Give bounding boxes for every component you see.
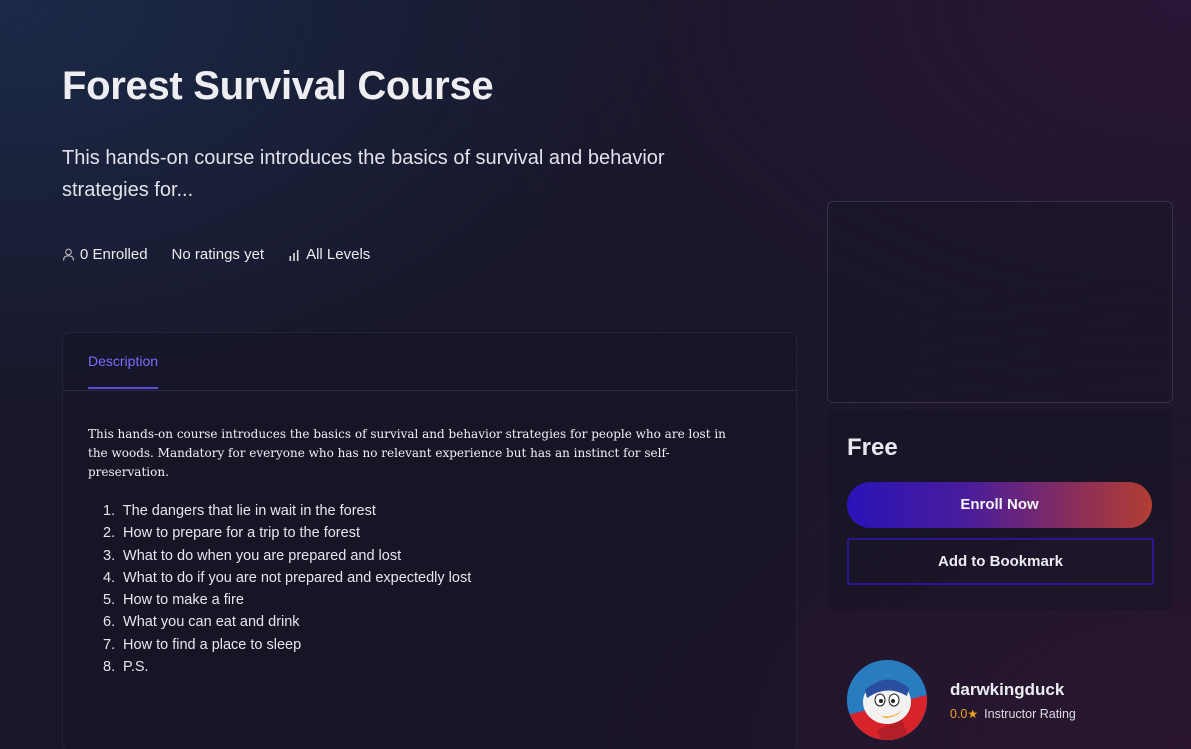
rating-value: 0.0 bbox=[950, 706, 968, 721]
instructor-info: darwkingduck 0.0 ★ Instructor Rating bbox=[950, 680, 1076, 721]
list-item: 1. The dangers that lie in wait in the f… bbox=[103, 503, 376, 519]
star-icon: ★ bbox=[967, 706, 979, 721]
ratings-status: No ratings yet bbox=[172, 246, 265, 263]
course-price: Free bbox=[847, 434, 898, 461]
instructor-rating: 0.0 ★ Instructor Rating bbox=[950, 707, 1076, 721]
list-item: 8. P.S. bbox=[103, 659, 149, 676]
list-item: 7. How to find a place to sleep bbox=[103, 636, 302, 653]
instructor-card: darwkingduck 0.0 ★ Instructor Rating bbox=[847, 660, 1076, 740]
enrolled-count: 0 Enrolled bbox=[62, 246, 148, 263]
level-label: All Levels bbox=[306, 246, 371, 263]
avatar[interactable] bbox=[847, 660, 927, 740]
course-meta: 0 Enrolled No ratings yet All Levels bbox=[62, 246, 394, 263]
bar-chart-icon bbox=[289, 249, 299, 261]
course-title: Forest Survival Course bbox=[62, 64, 494, 108]
description-text: This hands-on course introduces the basi… bbox=[88, 427, 726, 479]
curriculum-list: 1. The dangers that lie in wait in the f… bbox=[103, 500, 471, 678]
tab-bar: Description bbox=[63, 333, 796, 391]
course-details-card: Description This hands-on course introdu… bbox=[62, 332, 797, 749]
list-item: 6. What you can eat and drink bbox=[103, 614, 300, 631]
enrolled-label: 0 Enrolled bbox=[80, 246, 148, 263]
user-icon bbox=[62, 248, 75, 261]
add-bookmark-button[interactable]: Add to Bookmark bbox=[847, 538, 1154, 585]
ratings-label: No ratings yet bbox=[171, 246, 265, 263]
course-level: All Levels bbox=[288, 246, 370, 263]
list-item: 4. What to do if you are not prepared an… bbox=[103, 569, 472, 586]
duck-avatar-image bbox=[847, 660, 927, 740]
rating-label: Instructor Rating bbox=[984, 706, 1076, 721]
list-item: 3. What to do when you are prepared and … bbox=[103, 547, 402, 564]
course-subtitle: This hands-on course introduces the basi… bbox=[62, 147, 665, 201]
list-item: 5. How to make a fire bbox=[103, 592, 244, 609]
list-item: 2. How to prepare for a trip to the fore… bbox=[103, 525, 360, 542]
tab-description[interactable]: Description bbox=[88, 353, 159, 389]
pricing-card: Free Enroll Now Add to Bookmark bbox=[827, 410, 1173, 610]
enroll-button[interactable]: Enroll Now bbox=[847, 482, 1152, 528]
instructor-name[interactable]: darwkingduck bbox=[950, 680, 1076, 700]
course-preview bbox=[827, 201, 1173, 403]
